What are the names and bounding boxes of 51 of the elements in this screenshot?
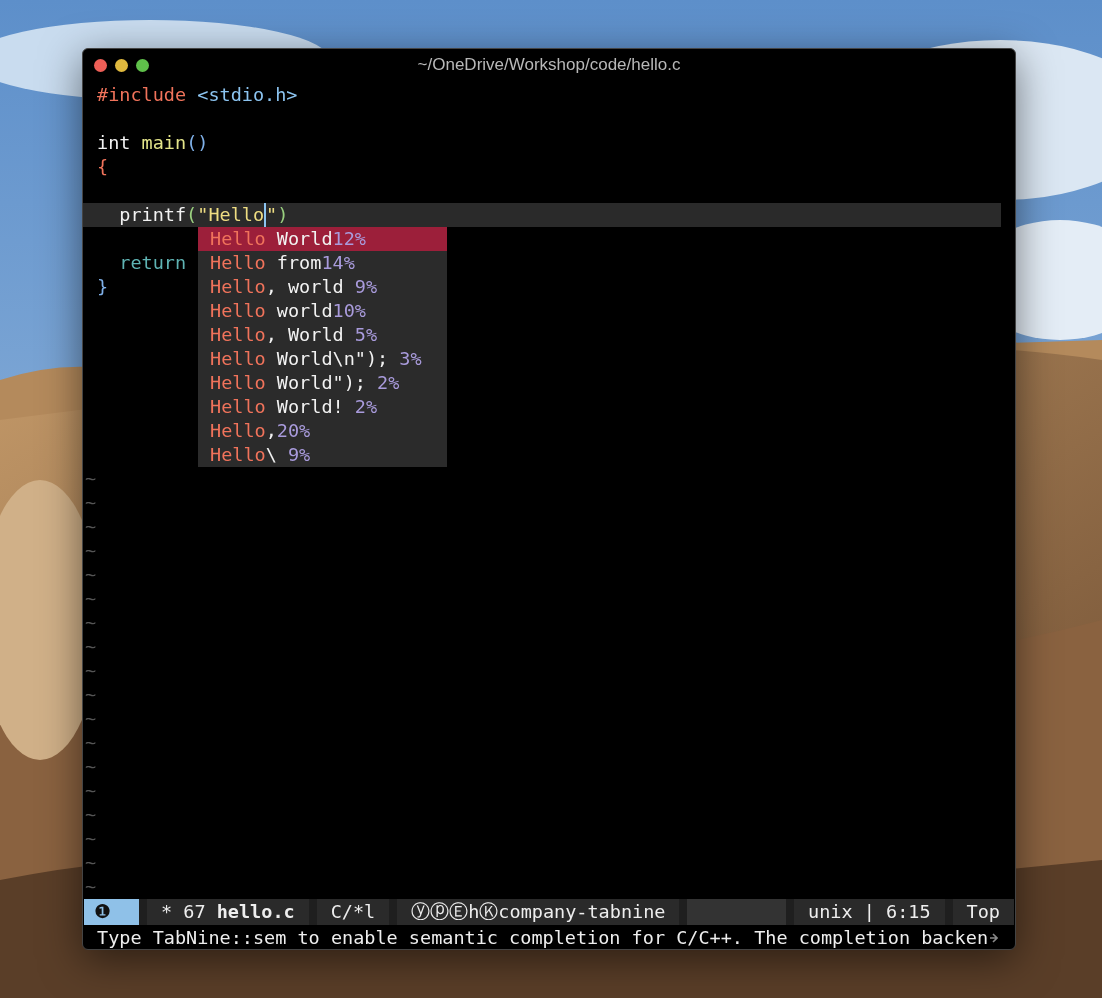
code-token: main	[141, 131, 187, 155]
encoding-position: unix | 6:15	[794, 899, 945, 925]
completion-item[interactable]: Hello World"); 2%	[198, 371, 447, 395]
minor-modes: ⓨⓟⒺhⓀcompany-tabnine	[397, 899, 680, 925]
empty-line-tilde: ~	[85, 732, 97, 753]
empty-line-tilde: ~	[85, 588, 97, 609]
empty-line-tilde: ~	[85, 540, 97, 561]
empty-line-tilde: ~	[85, 564, 97, 585]
window-number: ❶	[84, 899, 139, 925]
empty-line-tilde: ~	[85, 780, 97, 801]
scroll-position: Top	[952, 899, 1014, 925]
completion-item[interactable]: Hello World12%	[198, 227, 447, 251]
window-title: ~/OneDrive/Workshop/code/hello.c	[417, 55, 681, 75]
empty-line-tilde: ~	[85, 876, 97, 897]
code-token: printf	[118, 203, 187, 227]
code-token: }	[97, 275, 109, 299]
completion-item[interactable]: Hello, world 9%	[198, 275, 447, 299]
major-mode: C/*l	[316, 899, 390, 925]
completion-item[interactable]: Hello\ 9%	[198, 443, 447, 467]
completion-item[interactable]: Hello, World 5%	[198, 323, 447, 347]
completion-item[interactable]: Hello from14%	[198, 251, 447, 275]
completion-item[interactable]: Hello World\n"); 3%	[198, 347, 447, 371]
minimize-button[interactable]	[115, 58, 128, 72]
empty-line-tilde: ~	[85, 468, 97, 489]
completion-item[interactable]: Hello world10%	[198, 299, 447, 323]
completion-item[interactable]: Hello,20%	[198, 419, 447, 443]
code-token: )	[277, 203, 289, 227]
empty-line-tilde: ~	[85, 756, 97, 777]
code-token: {	[97, 155, 109, 179]
code-token: ()	[186, 131, 209, 155]
echo-message: Type TabNine::sem to enable semantic completion for C/C++. The completion backen	[97, 926, 989, 949]
empty-line-tilde: ~	[85, 612, 97, 633]
empty-line-tilde: ~	[85, 660, 97, 681]
empty-line-tilde: ~	[85, 708, 97, 729]
empty-line-tilde: ~	[85, 492, 97, 513]
empty-line-tilde: ~	[85, 852, 97, 873]
zoom-button[interactable]	[136, 58, 149, 72]
empty-line-tilde: ~	[85, 684, 97, 705]
code-token: int	[97, 131, 132, 155]
empty-line-tilde: ~	[85, 516, 97, 537]
empty-line-tilde: ~	[85, 828, 97, 849]
close-button[interactable]	[94, 58, 107, 72]
completion-item[interactable]: Hello World! 2%	[198, 395, 447, 419]
empty-line-tilde: ~	[85, 804, 97, 825]
code-token: #include	[97, 83, 188, 107]
code-token: <stdio.h>	[197, 83, 298, 107]
buffer-info: * 67 hello.c	[147, 899, 309, 925]
code-token: "	[266, 203, 278, 227]
code-token: (	[186, 203, 198, 227]
code-token: return	[118, 251, 187, 275]
empty-line-tilde: ~	[85, 636, 97, 657]
